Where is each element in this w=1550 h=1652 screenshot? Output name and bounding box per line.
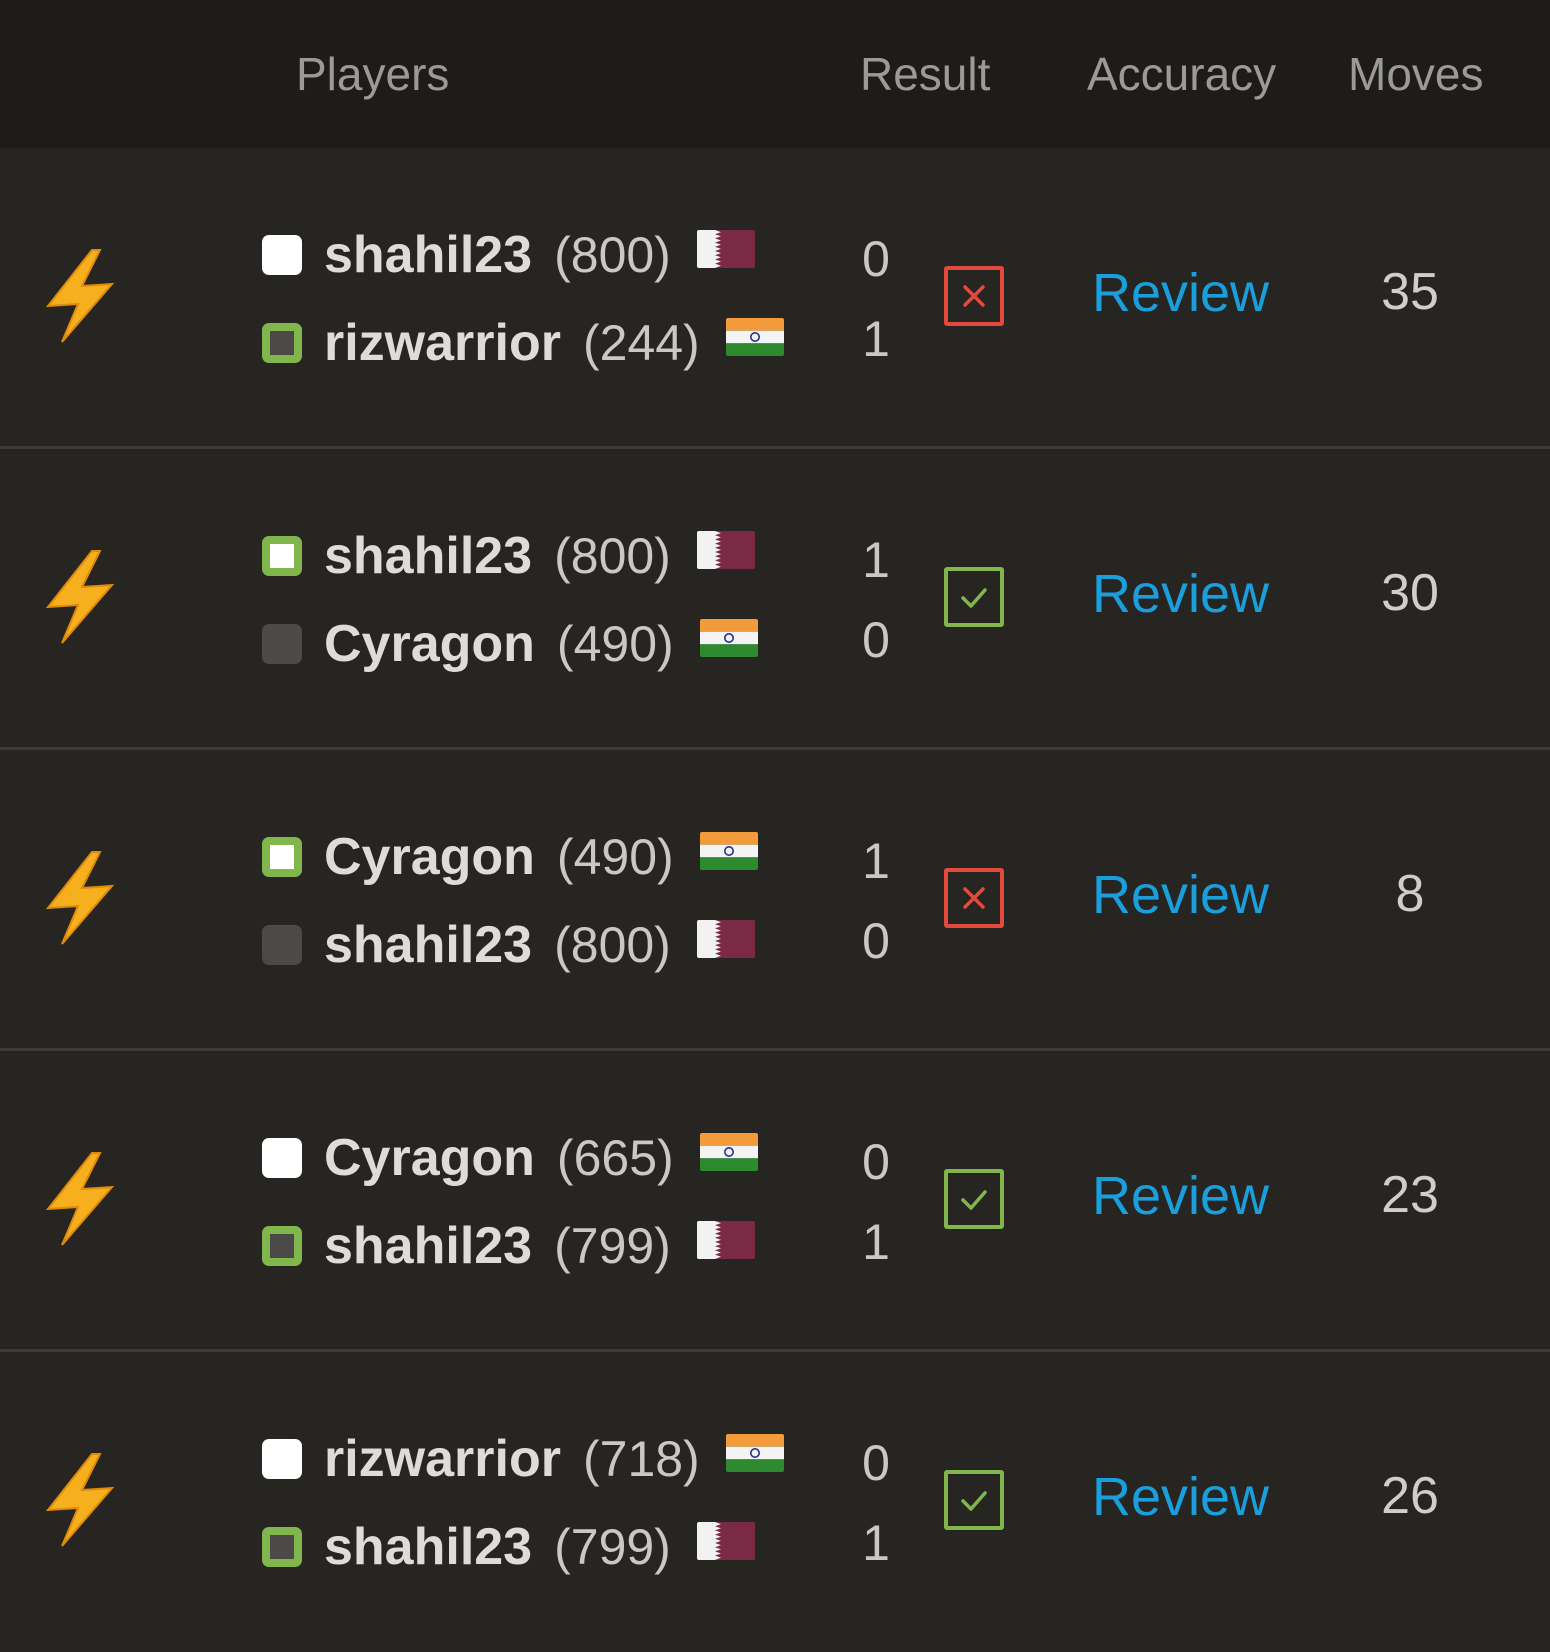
white-player-name[interactable]: Cyragon — [324, 1128, 535, 1188]
qatar-flag-icon — [696, 531, 755, 569]
black-player-rating: (244) — [582, 315, 700, 371]
white-player-rating: (800) — [554, 227, 671, 283]
qatar-flag-icon — [696, 1221, 755, 1259]
white-player[interactable]: shahil23 (800) — [262, 521, 755, 591]
india-flag-icon — [725, 318, 784, 356]
white-score: 0 — [862, 231, 890, 287]
white-score: 0 — [862, 1134, 890, 1190]
black-player-rating: (800) — [554, 917, 671, 973]
game-row[interactable]: shahil23 (800) Cyragon (490) 1 0 Review … — [0, 449, 1550, 750]
white-piece-icon — [262, 837, 302, 877]
india-flag-icon — [699, 832, 758, 870]
black-score: 0 — [862, 913, 890, 969]
white-player-rating: (718) — [582, 1431, 700, 1487]
black-player-name[interactable]: rizwarrior — [324, 313, 561, 373]
black-player-rating: (799) — [554, 1519, 671, 1575]
black-player[interactable]: shahil23 (799) — [262, 1512, 755, 1582]
moves-count: 8 — [1395, 865, 1425, 923]
win-check-icon — [944, 1169, 1004, 1229]
lightning-bolt-icon — [45, 550, 115, 644]
black-piece-icon — [262, 624, 302, 664]
game-row[interactable]: Cyragon (665) shahil23 (799) 0 1 Review … — [0, 1051, 1550, 1352]
black-piece-icon — [262, 323, 302, 363]
white-player-rating: (665) — [556, 1130, 674, 1186]
loss-x-icon — [944, 868, 1004, 928]
black-score: 1 — [862, 1515, 890, 1571]
lightning-bolt-icon — [45, 1152, 115, 1246]
white-player-rating: (800) — [554, 528, 671, 584]
moves-count: 23 — [1381, 1166, 1439, 1224]
black-player-rating: (490) — [556, 616, 674, 672]
game-row[interactable]: shahil23 (800) rizwarrior (244) 0 1 Revi… — [0, 148, 1550, 449]
win-check-icon — [944, 567, 1004, 627]
white-player[interactable]: Cyragon (490) — [262, 822, 758, 892]
moves-count: 26 — [1381, 1467, 1439, 1525]
india-flag-icon — [699, 1133, 758, 1171]
header-players: Players — [296, 48, 450, 100]
black-piece-icon — [262, 1527, 302, 1567]
white-player[interactable]: rizwarrior (718) — [262, 1424, 784, 1494]
black-player-name[interactable]: shahil23 — [324, 915, 532, 975]
review-link[interactable]: Review — [1092, 1165, 1269, 1227]
qatar-flag-icon — [696, 230, 755, 268]
black-player[interactable]: shahil23 (799) — [262, 1211, 755, 1281]
white-player-name[interactable]: shahil23 — [324, 225, 532, 285]
review-link[interactable]: Review — [1092, 262, 1269, 324]
lightning-bolt-icon — [45, 1453, 115, 1547]
white-piece-icon — [262, 235, 302, 275]
black-player-rating: (799) — [554, 1218, 671, 1274]
white-player-rating: (490) — [556, 829, 674, 885]
white-player-name[interactable]: Cyragon — [324, 827, 535, 887]
black-score: 0 — [862, 612, 890, 668]
review-link[interactable]: Review — [1092, 1466, 1269, 1528]
games-list: shahil23 (800) rizwarrior (244) 0 1 Revi… — [0, 148, 1550, 1650]
black-player-name[interactable]: Cyragon — [324, 614, 535, 674]
white-piece-icon — [262, 1138, 302, 1178]
india-flag-icon — [699, 619, 758, 657]
white-player[interactable]: shahil23 (800) — [262, 220, 755, 290]
moves-count: 35 — [1381, 263, 1439, 321]
qatar-flag-icon — [696, 1522, 755, 1560]
qatar-flag-icon — [696, 920, 755, 958]
white-score: 0 — [862, 1435, 890, 1491]
review-link[interactable]: Review — [1092, 563, 1269, 625]
black-piece-icon — [262, 1226, 302, 1266]
india-flag-icon — [725, 1434, 784, 1472]
win-check-icon — [944, 1470, 1004, 1530]
review-link[interactable]: Review — [1092, 864, 1269, 926]
black-score: 1 — [862, 1214, 890, 1270]
black-player-name[interactable]: shahil23 — [324, 1216, 532, 1276]
black-player[interactable]: rizwarrior (244) — [262, 308, 784, 378]
white-player-name[interactable]: rizwarrior — [324, 1429, 561, 1489]
game-row[interactable]: Cyragon (490) shahil23 (800) 1 0 Review … — [0, 750, 1550, 1051]
black-score: 1 — [862, 311, 890, 367]
moves-count: 30 — [1381, 564, 1439, 622]
white-piece-icon — [262, 1439, 302, 1479]
lightning-bolt-icon — [45, 851, 115, 945]
game-row[interactable]: rizwarrior (718) shahil23 (799) 0 1 Revi… — [0, 1352, 1550, 1650]
header-result: Result — [860, 48, 991, 100]
black-player[interactable]: Cyragon (490) — [262, 609, 758, 679]
table-header: Players Result Accuracy Moves — [0, 0, 1550, 148]
black-piece-icon — [262, 925, 302, 965]
black-player[interactable]: shahil23 (800) — [262, 910, 755, 980]
black-player-name[interactable]: shahil23 — [324, 1517, 532, 1577]
white-player-name[interactable]: shahil23 — [324, 526, 532, 586]
white-score: 1 — [862, 833, 890, 889]
header-accuracy: Accuracy — [1087, 48, 1277, 100]
white-player[interactable]: Cyragon (665) — [262, 1123, 758, 1193]
loss-x-icon — [944, 266, 1004, 326]
white-score: 1 — [862, 532, 890, 588]
header-moves: Moves — [1348, 48, 1484, 100]
lightning-bolt-icon — [45, 249, 115, 343]
white-piece-icon — [262, 536, 302, 576]
